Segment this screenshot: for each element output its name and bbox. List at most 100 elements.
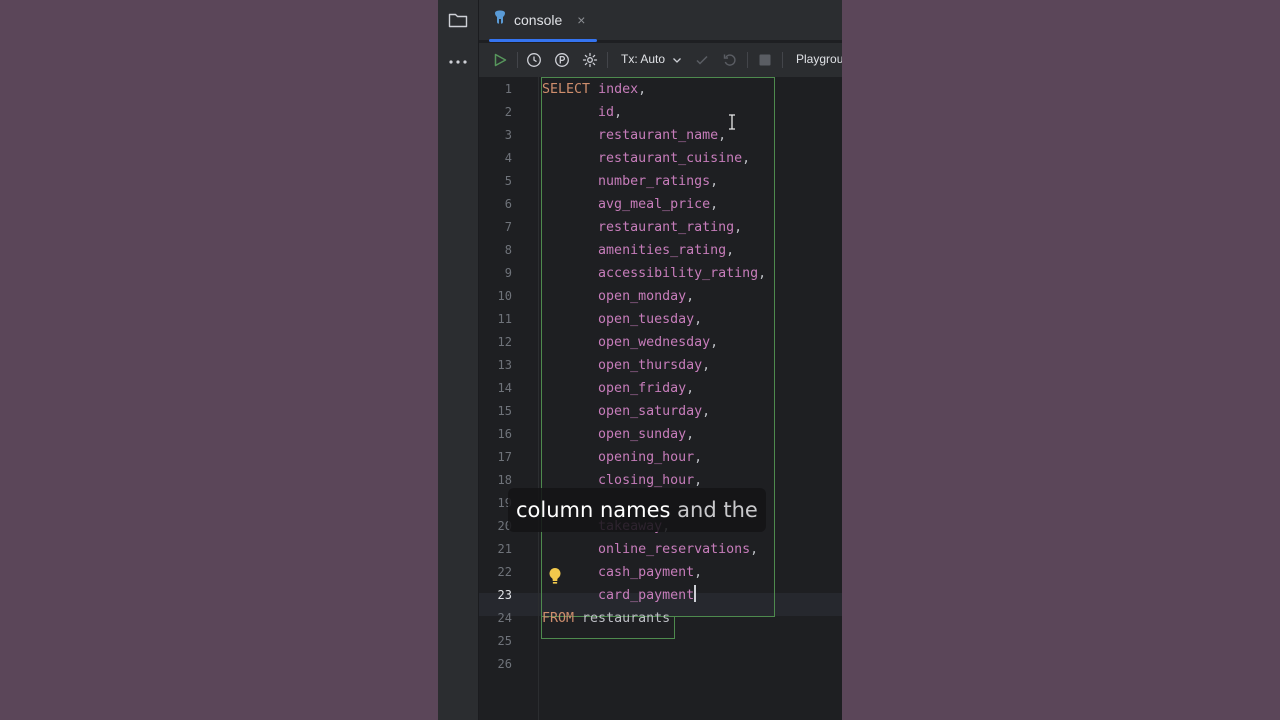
line-number: 6 bbox=[504, 197, 512, 211]
punctuation: , bbox=[702, 358, 711, 373]
line-number: 14 bbox=[497, 381, 512, 395]
punctuation: , bbox=[638, 82, 647, 97]
punctuation: , bbox=[710, 174, 719, 189]
sql-keyword: FROM bbox=[542, 611, 575, 626]
line-number: 11 bbox=[497, 312, 512, 326]
settings-icon[interactable] bbox=[581, 51, 599, 69]
punctuation: , bbox=[694, 473, 703, 488]
text-cursor-icon bbox=[727, 114, 737, 135]
caption-part-2: and the bbox=[677, 498, 758, 522]
code-line: online_reservations, bbox=[542, 538, 758, 561]
more-icon[interactable] bbox=[446, 50, 470, 74]
code-line: restaurant_cuisine, bbox=[542, 147, 750, 170]
line-number: 21 bbox=[497, 542, 512, 556]
caption-part-1: column names bbox=[516, 498, 671, 522]
column-name: avg_meal_price bbox=[598, 197, 711, 212]
punctuation: , bbox=[758, 266, 767, 281]
punctuation: , bbox=[710, 335, 719, 350]
editor-tabbar: console × bbox=[479, 0, 842, 42]
commit-icon[interactable] bbox=[693, 51, 711, 69]
line-number: 8 bbox=[504, 243, 512, 257]
lightbulb-icon[interactable] bbox=[548, 567, 562, 585]
code-line: restaurant_rating, bbox=[542, 216, 742, 239]
right-backdrop bbox=[842, 0, 1280, 720]
toolbar-separator bbox=[782, 52, 783, 68]
code-line: amenities_rating, bbox=[542, 239, 734, 262]
column-name: open_thursday bbox=[598, 358, 703, 373]
code-line: open_thursday, bbox=[542, 354, 710, 377]
code-line: number_ratings, bbox=[542, 170, 718, 193]
elephant-icon bbox=[493, 10, 507, 30]
code-line: open_saturday, bbox=[542, 400, 710, 423]
punctuation: , bbox=[686, 289, 695, 304]
column-name: open_monday bbox=[598, 289, 687, 304]
tx-mode-dropdown[interactable]: Tx: Auto bbox=[621, 52, 665, 66]
column-name: online_reservations bbox=[598, 542, 751, 557]
column-name: amenities_rating bbox=[598, 243, 727, 258]
line-number: 4 bbox=[504, 151, 512, 165]
code-line: cash_payment, bbox=[542, 561, 702, 584]
stop-icon[interactable] bbox=[756, 51, 774, 69]
punctuation: , bbox=[702, 404, 711, 419]
punctuation: , bbox=[694, 312, 703, 327]
chevron-down-icon[interactable] bbox=[672, 52, 682, 70]
line-number: 26 bbox=[497, 657, 512, 671]
punctuation: , bbox=[710, 197, 719, 212]
text-caret bbox=[694, 585, 697, 602]
code-line: open_wednesday, bbox=[542, 331, 718, 354]
code-line: card_payment bbox=[542, 584, 697, 607]
folder-icon[interactable] bbox=[446, 8, 470, 32]
code-line: FROM restaurants bbox=[542, 607, 670, 630]
line-number: 12 bbox=[497, 335, 512, 349]
line-number: 25 bbox=[497, 634, 512, 648]
line-number: 9 bbox=[504, 266, 512, 280]
sql-keyword: SELECT bbox=[542, 82, 591, 97]
history-icon[interactable] bbox=[525, 51, 543, 69]
run-icon[interactable] bbox=[491, 51, 509, 69]
column-name: id bbox=[598, 105, 615, 120]
column-name: restaurant_rating bbox=[598, 220, 735, 235]
toolbar-separator bbox=[517, 52, 518, 68]
punctuation: , bbox=[694, 565, 703, 580]
punctuation: , bbox=[686, 427, 695, 442]
column-name: restaurant_name bbox=[598, 128, 719, 143]
line-number: 18 bbox=[497, 473, 512, 487]
punctuation: , bbox=[614, 105, 623, 120]
code-line: opening_hour, bbox=[542, 446, 702, 469]
column-name: card_payment bbox=[598, 588, 695, 603]
tool-window-strip bbox=[438, 0, 479, 720]
tab-console[interactable]: console × bbox=[489, 0, 598, 42]
column-name: index bbox=[598, 82, 639, 97]
punctuation: , bbox=[694, 450, 703, 465]
column-name: restaurant_cuisine bbox=[598, 151, 743, 166]
punctuation: , bbox=[742, 151, 751, 166]
column-name: open_wednesday bbox=[598, 335, 711, 350]
column-name: open_sunday bbox=[598, 427, 687, 442]
punctuation: , bbox=[686, 381, 695, 396]
punctuation: , bbox=[734, 220, 743, 235]
toolbar-separator bbox=[607, 52, 608, 68]
column-name: open_friday bbox=[598, 381, 687, 396]
session-selector[interactable]: Playground bbox=[796, 52, 842, 66]
line-number: 7 bbox=[504, 220, 512, 234]
sql-editor[interactable]: 1 SELECT index, 2 id, 3 restaurant_name, 4 r… bbox=[479, 77, 842, 720]
column-name: open_tuesday bbox=[598, 312, 695, 327]
line-number: 17 bbox=[497, 450, 512, 464]
rollback-icon[interactable] bbox=[721, 51, 739, 69]
column-name: closing_hour bbox=[598, 473, 695, 488]
line-number: 22 bbox=[497, 565, 512, 579]
column-name: opening_hour bbox=[598, 450, 695, 465]
close-icon[interactable]: × bbox=[577, 12, 585, 28]
code-line: open_friday, bbox=[542, 377, 694, 400]
gutter-divider bbox=[538, 77, 539, 720]
column-name: accessibility_rating bbox=[598, 266, 759, 281]
video-caption: column names and the bbox=[508, 488, 766, 532]
column-name: open_saturday bbox=[598, 404, 703, 419]
code-line: open_monday, bbox=[542, 285, 694, 308]
line-number: 13 bbox=[497, 358, 512, 372]
parameters-icon[interactable] bbox=[553, 51, 571, 69]
code-line: avg_meal_price, bbox=[542, 193, 718, 216]
left-backdrop bbox=[0, 0, 438, 720]
toolbar-separator bbox=[747, 52, 748, 68]
table-name: restaurants bbox=[582, 611, 671, 626]
